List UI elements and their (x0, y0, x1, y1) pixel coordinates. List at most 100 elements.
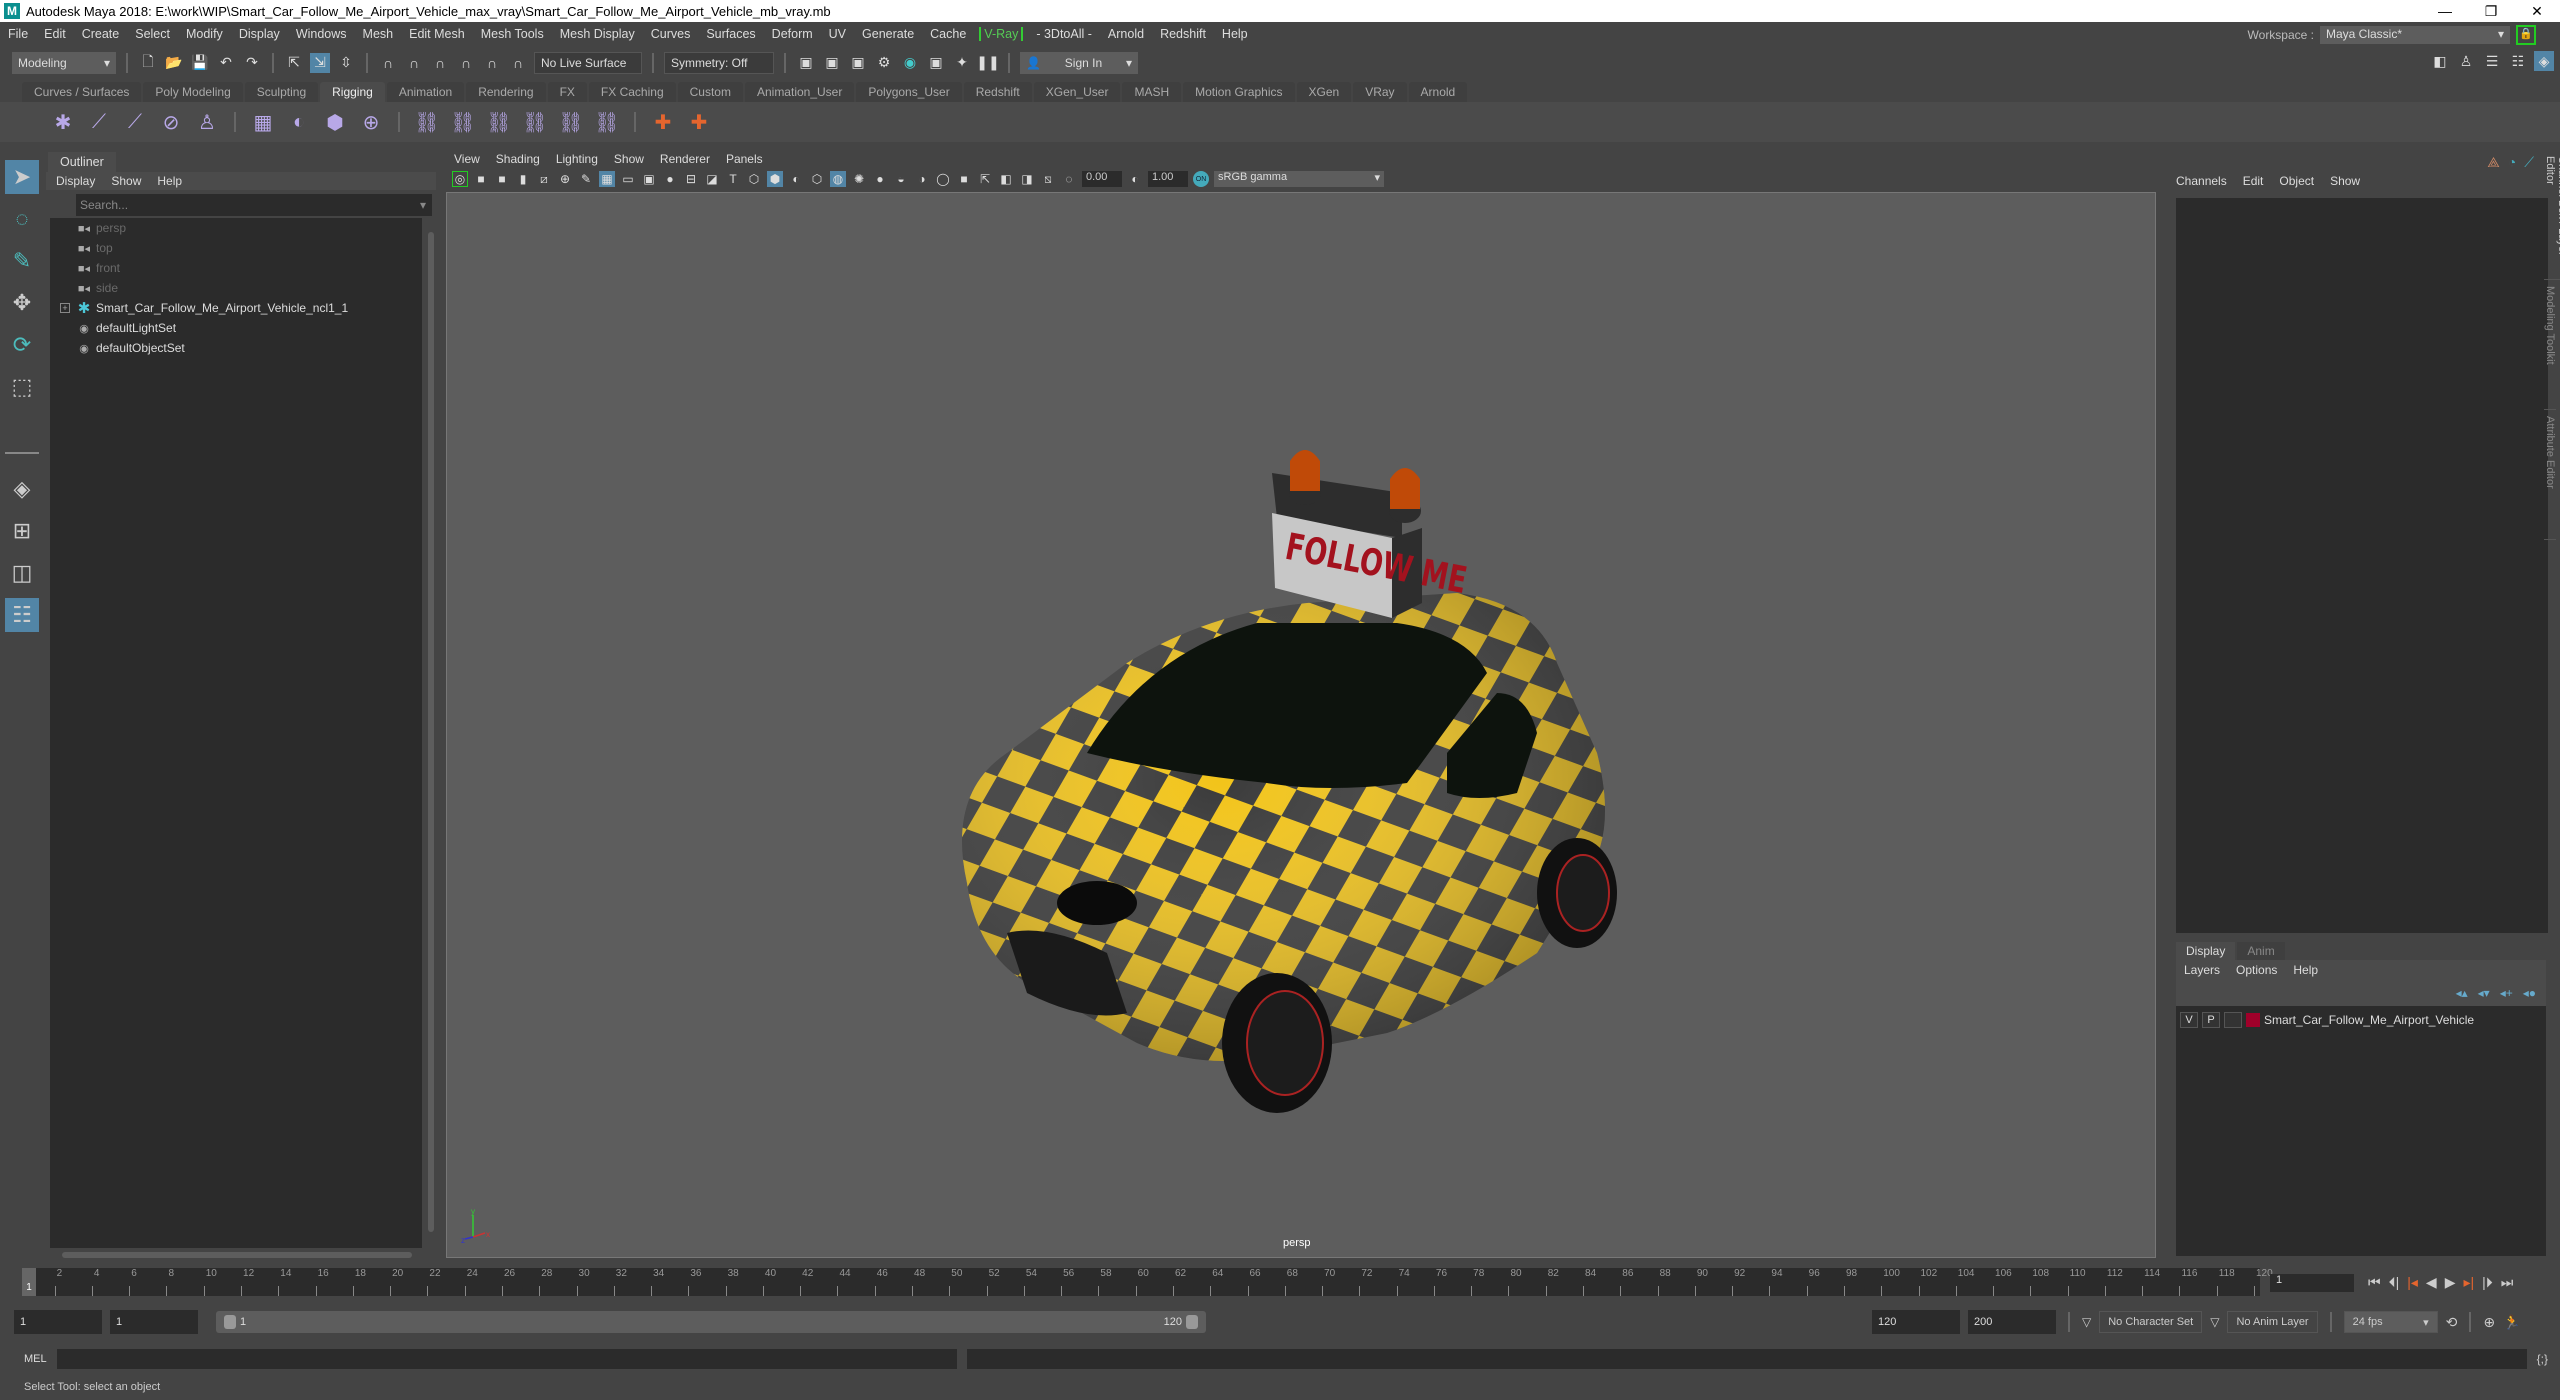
live-surface-field[interactable]: No Live Surface (534, 51, 642, 74)
scale-constraint-icon[interactable]: ⛓ (522, 109, 548, 135)
menu-redshift[interactable]: Redshift (1152, 27, 1214, 41)
menu-arnold[interactable]: Arnold (1100, 27, 1152, 41)
move-layer-down-icon[interactable]: ◂▾ (2478, 986, 2490, 1000)
gate-mask-icon[interactable]: ● (662, 171, 678, 187)
channel-box-icon[interactable]: ◈ (2534, 51, 2554, 71)
smooth-shade-icon[interactable]: ⬢ (767, 171, 783, 187)
start-time-field[interactable]: 1 (14, 1310, 102, 1334)
outliner-layout-icon[interactable]: ☷ (5, 598, 39, 632)
help-menu[interactable]: Help (2293, 963, 2318, 977)
exposure-icon[interactable]: ◌ (1061, 171, 1077, 187)
viewport-menu-renderer[interactable]: Renderer (660, 152, 710, 166)
outliner-menu-help[interactable]: Help (157, 174, 182, 188)
outliner-item[interactable]: ■◂ side (50, 278, 422, 298)
menu-generate[interactable]: Generate (854, 27, 922, 41)
modeling-toolkit-icon[interactable]: ◧ (2430, 51, 2450, 71)
end-time-field[interactable]: 120 (1872, 1310, 1960, 1334)
menu-deform[interactable]: Deform (764, 27, 821, 41)
play-backward-icon[interactable]: ◀ (2426, 1274, 2437, 1291)
menu-select[interactable]: Select (127, 27, 178, 41)
auto-key-icon[interactable]: ⊕ (2483, 1314, 2495, 1331)
outliner-item[interactable]: ◉ defaultLightSet (50, 318, 422, 338)
outliner-tab[interactable]: Outliner (48, 152, 116, 172)
gamma-field[interactable]: 1.00 (1148, 171, 1188, 187)
layers-menu[interactable]: Layers (2184, 963, 2220, 977)
viewport-menu-show[interactable]: Show (614, 152, 644, 166)
menu-windows[interactable]: Windows (288, 27, 355, 41)
film-gate-icon[interactable]: ▭ (620, 171, 636, 187)
shelf-tab-custom[interactable]: Custom (677, 82, 743, 102)
menu-edit-mesh[interactable]: Edit Mesh (401, 27, 473, 41)
render-view-icon[interactable]: ▣ (796, 53, 816, 73)
step-forward-frame-icon[interactable]: |⏵ (2482, 1274, 2493, 1291)
menu-curves[interactable]: Curves (643, 27, 699, 41)
wrap-icon[interactable]: ⬢ (322, 109, 348, 135)
menuset-dropdown[interactable]: Modeling ▾ (12, 51, 116, 74)
render-frame-icon[interactable]: ▣ (822, 53, 842, 73)
outliner-item[interactable]: ■◂ top (50, 238, 422, 258)
outliner-menu-display[interactable]: Display (56, 174, 95, 188)
move-tool-icon[interactable]: ✥ (5, 286, 39, 320)
hyper-icon[interactable]: ⟋ (2524, 154, 2534, 171)
menu-file[interactable]: File (0, 27, 36, 41)
new-layer-selected-icon[interactable]: ◂● (2523, 986, 2536, 1000)
menu-mesh-tools[interactable]: Mesh Tools (473, 27, 552, 41)
menu-cache[interactable]: Cache (922, 27, 974, 41)
loop-icon[interactable]: ⟲ (2446, 1314, 2458, 1331)
menu-help[interactable]: Help (1214, 27, 1256, 41)
display-type-toggle[interactable] (2224, 1012, 2242, 1028)
wireframe-icon[interactable]: ⬡ (746, 171, 762, 187)
locator-icon[interactable]: ✚ (650, 109, 676, 135)
shadows-icon[interactable]: ● (872, 171, 888, 187)
new-layer-icon[interactable]: ◂+ (2500, 986, 2513, 1000)
wireframe-on-shaded-icon[interactable]: ⬡ (809, 171, 825, 187)
shelf-tab-arnold[interactable]: Arnold (1408, 82, 1468, 102)
tab-channel-box-layer-editor[interactable]: Channel Box / Layer Editor (2544, 150, 2560, 280)
safe-action-icon[interactable]: ◪ (704, 171, 720, 187)
layer-color-swatch[interactable] (2246, 1013, 2260, 1027)
gamma-icon[interactable]: ◐ (1127, 171, 1143, 187)
menu-uv[interactable]: UV (821, 27, 854, 41)
shelf-tab-animation-user[interactable]: Animation_User (744, 82, 855, 102)
ambient-occlusion-icon[interactable]: ◒ (893, 171, 909, 187)
rotate-tool-icon[interactable]: ⟳ (5, 328, 39, 362)
expand-icon[interactable]: + (60, 303, 70, 313)
camera-lock-icon[interactable]: ■ (494, 171, 510, 187)
anim-end-field[interactable]: 200 (1968, 1310, 2056, 1334)
search-dropdown-icon[interactable]: ▾ (420, 198, 426, 212)
menu-v-ray[interactable]: V-Ray (979, 26, 1024, 41)
2d-pan-zoom-icon[interactable]: ⊕ (557, 171, 573, 187)
ipr-render-icon[interactable]: ▣ (848, 53, 868, 73)
field-chart-icon[interactable]: ⊟ (683, 171, 699, 187)
save-scene-icon[interactable]: 💾 (190, 53, 210, 73)
viewport-menu-lighting[interactable]: Lighting (556, 152, 598, 166)
xray-components-icon[interactable]: ⧅ (1040, 171, 1056, 187)
paint-select-icon[interactable]: ✎ (5, 244, 39, 278)
lights-icon[interactable]: ✺ (851, 171, 867, 187)
shelf-tab-motion-graphics[interactable]: Motion Graphics (1183, 82, 1295, 102)
bind-skin-icon[interactable]: ⊘ (158, 109, 184, 135)
pole-vector-icon[interactable]: ⛓ (594, 109, 620, 135)
outliner-search-input[interactable]: Search... ▾ (76, 194, 432, 216)
play-forward-icon[interactable]: ▶ (2445, 1274, 2456, 1291)
tab-attribute-editor[interactable]: Attribute Editor (2544, 410, 2556, 540)
menu-edit[interactable]: Edit (36, 27, 74, 41)
blendshape-icon[interactable]: ⊕ (358, 109, 384, 135)
visibility-toggle[interactable]: V (2180, 1012, 2198, 1028)
close-button[interactable]: ✕ (2514, 0, 2560, 22)
menu-modify[interactable]: Modify (178, 27, 231, 41)
restore-button[interactable]: ❐ (2468, 0, 2514, 22)
step-back-key-icon[interactable]: |◂ (2407, 1274, 2418, 1291)
current-frame-field[interactable]: 1 (2270, 1274, 2354, 1292)
move-layer-up-icon[interactable]: ◂▴ (2456, 986, 2468, 1000)
symmetry-field[interactable]: Symmetry: Off (664, 51, 774, 74)
vray-toggle-icon[interactable]: ◎ (452, 171, 468, 187)
select-component-icon[interactable]: ⇳ (336, 53, 356, 73)
render-settings-icon[interactable]: ⚙ (874, 53, 894, 73)
two-view-icon[interactable]: ◫ (5, 556, 39, 590)
tab-display[interactable]: Display (2176, 942, 2236, 960)
outliner-item[interactable]: + ✱ Smart_Car_Follow_Me_Airport_Vehicle_nc… (50, 298, 422, 318)
snap-curve-icon[interactable]: ∩ (404, 53, 424, 73)
select-tool-icon[interactable]: ➤ (5, 160, 39, 194)
options-menu[interactable]: Options (2236, 963, 2277, 977)
